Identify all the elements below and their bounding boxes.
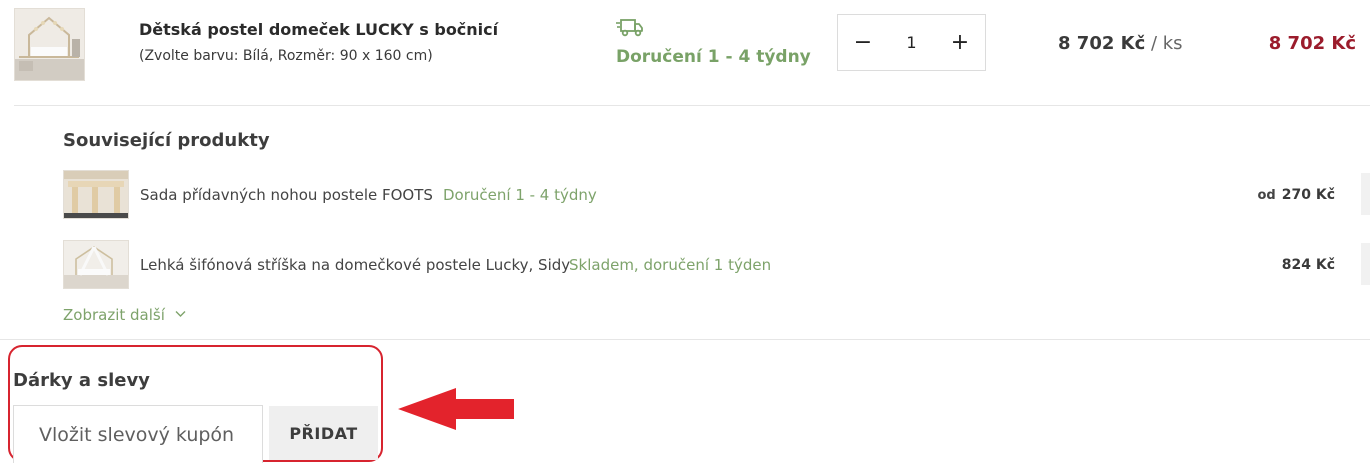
related-product-name[interactable]: Sada přídavných nohou postele FOOTS	[140, 186, 433, 204]
coupon-field	[13, 405, 263, 463]
add-related-button[interactable]	[1361, 243, 1370, 285]
price-value: 824 Kč	[1281, 257, 1335, 273]
arrow-left-icon	[398, 388, 514, 430]
gifts-discounts-heading: Dárky a slevy	[13, 370, 150, 391]
increase-quantity-button[interactable]: +	[937, 15, 983, 70]
house-bed-illustration	[15, 9, 84, 80]
related-product-delivery: Doručení 1 - 4 týdny	[443, 186, 597, 204]
price-prefix: od	[1257, 188, 1276, 203]
related-product-delivery: Skladem, doručení 1 týden	[569, 256, 772, 274]
unit-price: 8 702 Kč / ks	[1058, 33, 1183, 54]
coupon-input[interactable]	[14, 406, 262, 463]
chevron-down-icon	[175, 311, 186, 317]
product-name[interactable]: Dětská postel domeček LUCKY s bočnicí	[139, 20, 498, 39]
divider	[14, 105, 1370, 106]
unit-price-amount: 8 702 Kč	[1058, 33, 1146, 54]
show-more-label: Zobrazit další	[63, 306, 165, 324]
delivery-status: Doručení 1 - 4 týdny	[616, 47, 811, 67]
related-products-heading: Související produkty	[63, 130, 270, 151]
product-variant: (Zvolte barvu: Bílá, Rozměr: 90 x 160 cm…	[139, 48, 433, 64]
divider	[0, 339, 1370, 340]
canopy-illustration	[64, 241, 128, 288]
related-product-name[interactable]: Lehká šifónová stříška na domečkové post…	[140, 256, 570, 274]
bed-legs-illustration	[64, 171, 128, 218]
product-thumbnail[interactable]	[14, 8, 85, 81]
unit-price-suffix: / ks	[1145, 33, 1183, 54]
related-product-thumbnail[interactable]	[63, 170, 129, 219]
quantity-value[interactable]: 1	[884, 15, 939, 70]
add-related-button[interactable]	[1361, 173, 1370, 215]
truck-icon	[616, 19, 643, 37]
related-product-price: od 270 Kč	[1258, 187, 1336, 203]
price-value: 270 Kč	[1281, 187, 1335, 203]
quantity-stepper: − 1 +	[837, 14, 986, 71]
related-product-price: 824 Kč	[1276, 257, 1335, 273]
line-total-price: 8 702 Kč	[1268, 33, 1356, 54]
show-more-link[interactable]: Zobrazit další	[63, 306, 186, 324]
decrease-quantity-button[interactable]: −	[840, 15, 886, 70]
related-product-thumbnail[interactable]	[63, 240, 129, 289]
add-coupon-button[interactable]: PŘIDAT	[269, 406, 378, 460]
